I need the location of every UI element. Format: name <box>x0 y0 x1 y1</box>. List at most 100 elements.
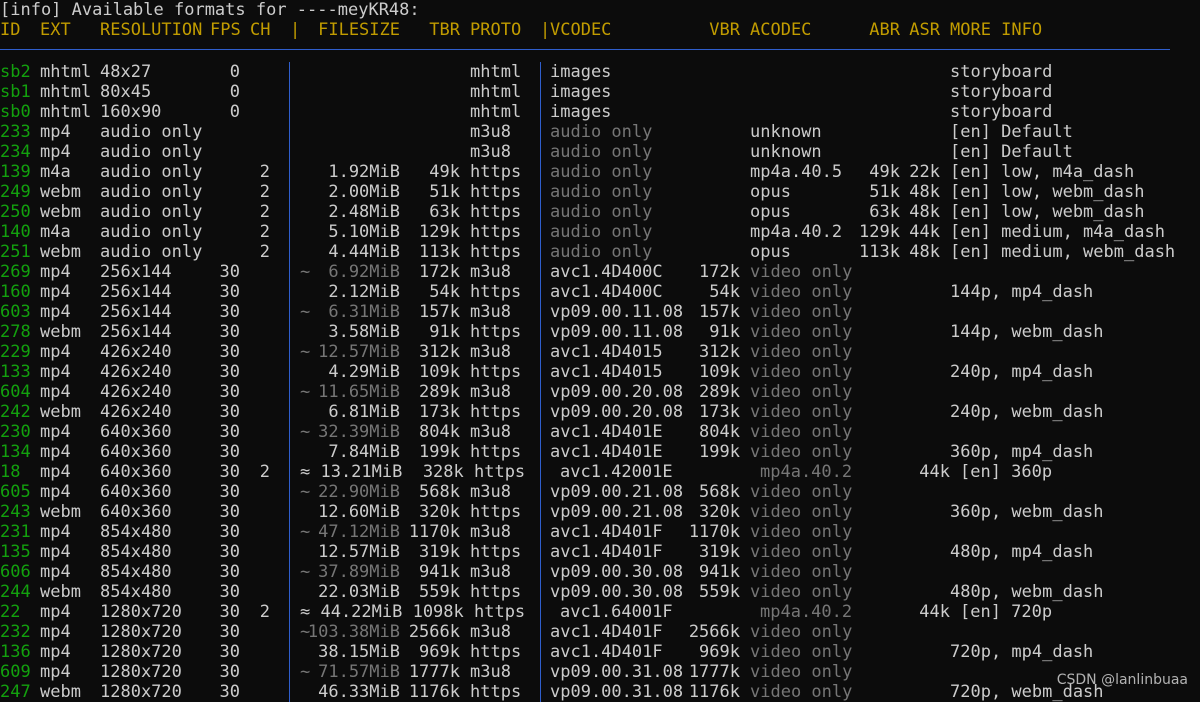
format-more-info: 240p, mp4_dash <box>950 362 1094 382</box>
format-protocol: https <box>470 202 522 222</box>
format-ext: mp4 <box>40 442 71 462</box>
header-vcodec: VCODEC <box>550 20 612 40</box>
format-protocol: m3u8 <box>470 562 511 582</box>
format-more-info: 360p, mp4_dash <box>950 442 1094 462</box>
table-row: 242 webm 426x240 30 6.81MiB 173k https vp09.00.… <box>0 402 1200 422</box>
format-resolution: audio only <box>100 122 203 142</box>
format-acodec: video only <box>750 522 853 542</box>
format-resolution: 640x360 <box>100 502 172 522</box>
format-fps: 30 <box>219 362 240 382</box>
format-protocol: m3u8 <box>470 142 511 162</box>
format-vbr: 172k <box>699 262 740 282</box>
format-vcodec: audio only <box>550 142 653 162</box>
format-filesize: 6.92MiB <box>328 262 400 282</box>
format-filesize: 5.10MiB <box>328 222 400 242</box>
format-channels: 2 <box>259 462 270 482</box>
format-vcodec: audio only <box>550 222 653 242</box>
format-more-info: 480p, webm_dash <box>950 582 1104 602</box>
format-ext: mp4 <box>40 602 71 622</box>
format-id: 250 <box>0 202 31 222</box>
format-vcodec: avc1.64001F <box>560 602 673 622</box>
format-filesize: 22.03MiB <box>318 582 400 602</box>
format-vbr: 1170k <box>688 522 740 542</box>
format-filesize: 2.00MiB <box>328 182 400 202</box>
format-id: 242 <box>0 402 31 422</box>
format-tbr: 1170k <box>408 522 460 542</box>
format-acodec: mp4a.40.5 <box>750 162 843 182</box>
format-vcodec: avc1.4D401F <box>550 622 663 642</box>
format-ext: mp4 <box>40 362 71 382</box>
format-acodec: video only <box>750 482 853 502</box>
table-row: 269 mp4 256x144 30 ~6.92MiB 172k m3u8 avc1.4D40… <box>0 262 1200 282</box>
format-ext: mp4 <box>40 422 71 442</box>
table-row: 136 mp4 1280x720 30 38.15MiB 969k https avc1.4D… <box>0 642 1200 662</box>
format-acodec: video only <box>750 262 853 282</box>
table-row: 139 m4a audio only 2 1.92MiB 49k https audio on… <box>0 162 1200 182</box>
format-vbr: 559k <box>699 582 740 602</box>
info-text: [info] Available formats for ----meyKR48… <box>0 0 420 20</box>
approx-marker: ~ <box>300 482 311 502</box>
header-ch: CH <box>250 20 271 40</box>
format-tbr: 1176k <box>408 682 460 702</box>
format-acodec: video only <box>750 542 853 562</box>
format-filesize: 2.48MiB <box>328 202 400 222</box>
format-more-info: [en] 360p <box>960 462 1053 482</box>
format-more-info: [en] medium, webm_dash <box>950 242 1176 262</box>
format-id: 604 <box>0 382 31 402</box>
format-acodec: video only <box>750 562 853 582</box>
format-vcodec: vp09.00.31.08 <box>550 682 684 702</box>
table-row: 244 webm 854x480 30 22.03MiB 559k https vp09.00… <box>0 582 1200 602</box>
table-row: 231 mp4 854x480 30 ~47.12MiB 1170k m3u8 avc1.4D… <box>0 522 1200 542</box>
format-tbr: 312k <box>419 342 460 362</box>
format-vcodec: avc1.4D401F <box>550 642 663 662</box>
format-tbr: 54k <box>429 282 460 302</box>
format-vbr: 109k <box>699 362 740 382</box>
format-resolution: 640x360 <box>100 482 172 502</box>
format-ext: webm <box>40 322 81 342</box>
format-vcodec: avc1.4D401F <box>550 522 663 542</box>
format-id: 234 <box>0 142 31 162</box>
format-more-info: [en] low, webm_dash <box>950 182 1145 202</box>
format-acodec: video only <box>750 442 853 462</box>
format-ext: mp4 <box>40 562 71 582</box>
format-resolution: 256x144 <box>100 322 172 342</box>
format-fps: 30 <box>219 382 240 402</box>
table-row: 278 webm 256x144 30 3.58MiB 91k https vp09.00.1… <box>0 322 1200 342</box>
format-id: 244 <box>0 582 31 602</box>
format-filesize: 47.12MiB <box>318 522 400 542</box>
format-protocol: https <box>470 442 522 462</box>
format-vbr: 289k <box>699 382 740 402</box>
format-acodec: video only <box>750 302 853 322</box>
format-more-info: 360p, webm_dash <box>950 502 1104 522</box>
header-fps: FPS <box>210 20 241 40</box>
format-resolution: 854x480 <box>100 582 172 602</box>
table-row: 250 webm audio only 2 2.48MiB 63k https audio o… <box>0 202 1200 222</box>
format-protocol: mhtml <box>470 82 522 102</box>
format-id: 135 <box>0 542 31 562</box>
format-channels: 2 <box>259 602 270 622</box>
format-vbr: 199k <box>699 442 740 462</box>
header-ext: EXT <box>40 20 71 40</box>
format-fps: 0 <box>229 82 240 102</box>
table-row: 603 mp4 256x144 30 ~6.31MiB 157k m3u8 vp09.00.1… <box>0 302 1200 322</box>
format-vbr: 320k <box>699 502 740 522</box>
format-id: 133 <box>0 362 31 382</box>
format-id: 603 <box>0 302 31 322</box>
format-tbr: 109k <box>419 362 460 382</box>
format-fps: 30 <box>219 562 240 582</box>
format-resolution: 426x240 <box>100 362 172 382</box>
format-vcodec: avc1.4D401E <box>550 422 663 442</box>
format-id: 139 <box>0 162 31 182</box>
format-filesize: 2.12MiB <box>328 282 400 302</box>
format-protocol: m3u8 <box>470 422 511 442</box>
format-vbr: 941k <box>699 562 740 582</box>
format-ext: webm <box>40 402 81 422</box>
format-vbr: 173k <box>699 402 740 422</box>
format-more-info: 144p, mp4_dash <box>950 282 1094 302</box>
format-ext: mp4 <box>40 342 71 362</box>
format-protocol: https <box>470 242 522 262</box>
format-channels: 2 <box>259 222 270 242</box>
format-fps: 30 <box>219 522 240 542</box>
format-resolution: 1280x720 <box>100 642 182 662</box>
format-acodec: opus <box>750 182 791 202</box>
